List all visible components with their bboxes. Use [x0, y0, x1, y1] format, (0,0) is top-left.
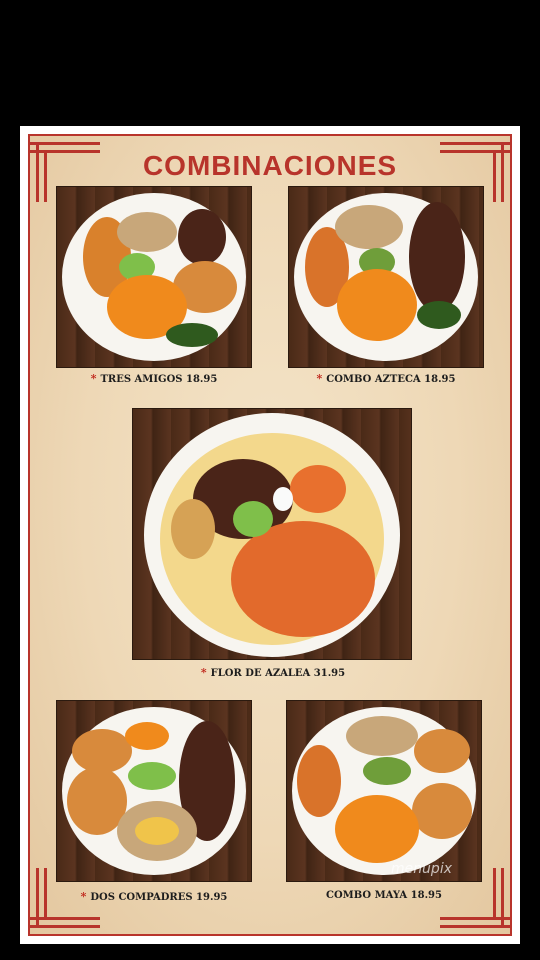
dish-caption: * DOS COMPADRES 19.95: [56, 890, 252, 903]
star-icon: *: [316, 372, 323, 385]
dish-photo: [286, 700, 482, 882]
dish-photo: [288, 186, 484, 368]
dish-caption: * COMBO AZTECA 18.95: [288, 372, 484, 385]
dish-name: DOS COMPADRES 19.95: [90, 892, 228, 903]
star-icon: *: [90, 372, 97, 385]
plate-illustration: [62, 707, 246, 875]
dish-flor-de-azalea: * FLOR DE AZALEA 31.95: [132, 408, 414, 679]
dish-name: COMBO AZTECA 18.95: [326, 374, 456, 385]
dish-photo: [132, 408, 412, 660]
dish-tres-amigos: * TRES AMIGOS 18.95: [56, 186, 252, 385]
plate-illustration: [292, 707, 476, 875]
plate-illustration: [62, 193, 246, 361]
dish-photo: [56, 700, 252, 882]
dish-name: TRES AMIGOS 18.95: [100, 374, 218, 385]
star-icon: *: [200, 666, 207, 679]
star-icon: *: [80, 890, 87, 903]
dish-caption: * TRES AMIGOS 18.95: [56, 372, 252, 385]
dish-name: FLOR DE AZALEA 31.95: [210, 668, 346, 679]
dish-caption: * FLOR DE AZALEA 31.95: [132, 666, 414, 679]
dish-combo-maya: COMBO MAYA 18.95: [286, 700, 482, 910]
page-title: COMBINACIONES: [142, 150, 398, 181]
plate-illustration: [144, 413, 400, 657]
dish-caption: COMBO MAYA 18.95: [286, 890, 482, 901]
dish-name: COMBO MAYA 18.95: [326, 890, 442, 901]
plate-illustration: [294, 193, 478, 361]
parchment-background: COMBINACIONES * TRES AMIGOS 18.95 * COMB…: [28, 134, 512, 936]
dish-combo-azteca: * COMBO AZTECA 18.95: [288, 186, 484, 385]
menu-page: COMBINACIONES * TRES AMIGOS 18.95 * COMB…: [20, 126, 520, 944]
dish-dos-compadres: * DOS COMPADRES 19.95: [56, 700, 252, 910]
dish-photo: [56, 186, 252, 368]
watermark: menupix: [390, 861, 452, 877]
